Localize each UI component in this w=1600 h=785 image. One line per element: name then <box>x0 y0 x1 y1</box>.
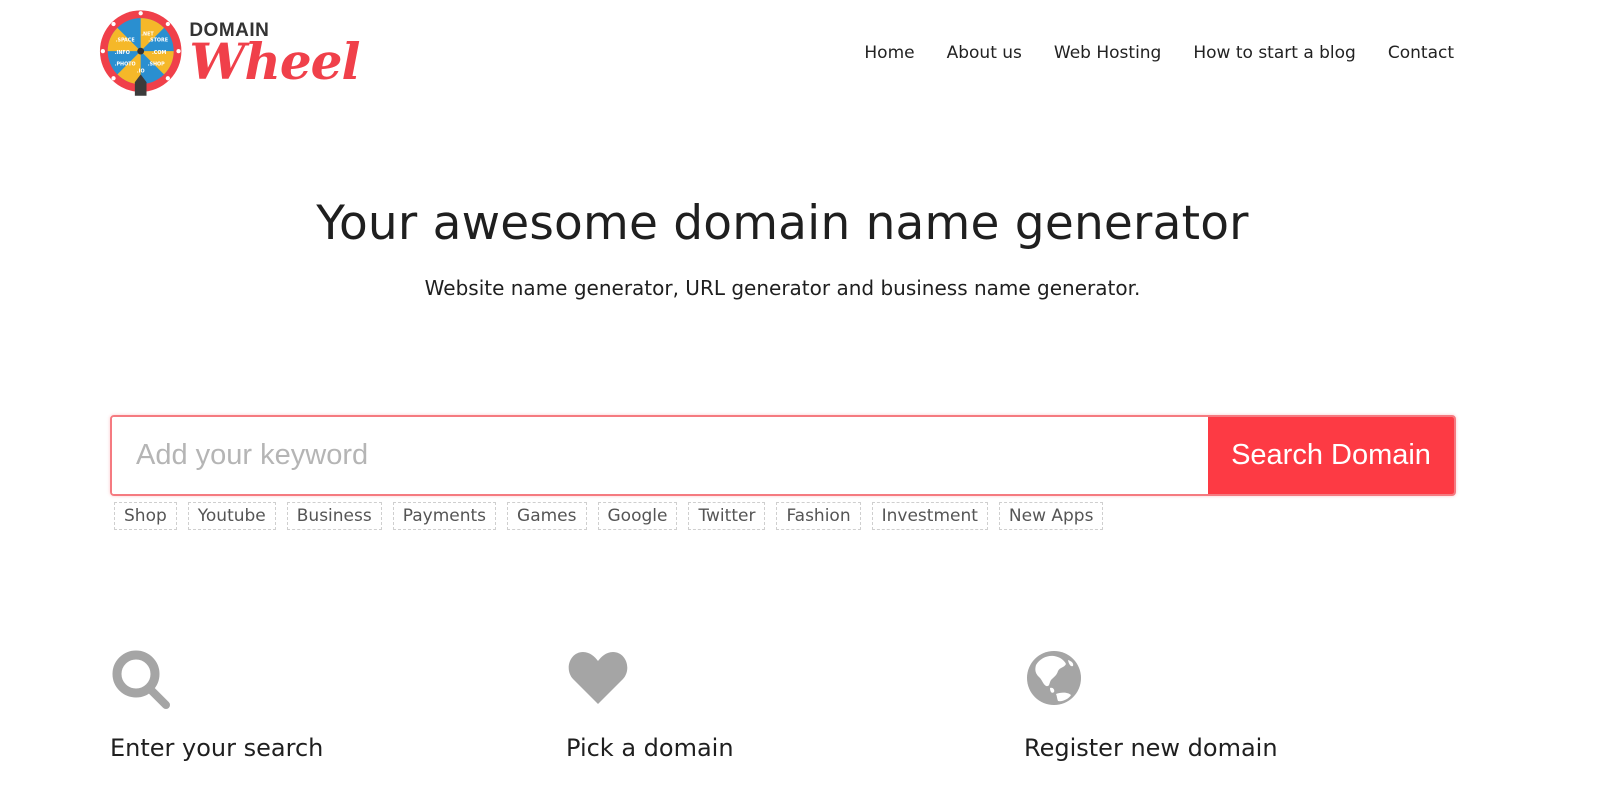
tag-new-apps[interactable]: New Apps <box>998 502 1104 530</box>
site-header: .NET .STORE .COM .SHOP .IO .PHOTO .INFO … <box>0 0 1600 110</box>
main-nav: Home About us Web Hosting How to start a… <box>832 43 1454 63</box>
tag-games[interactable]: Games <box>507 502 587 530</box>
wheel-logo-icon: .NET .STORE .COM .SHOP .IO .PHOTO .INFO … <box>99 10 182 96</box>
domain-search-form: Search Domain <box>110 415 1456 496</box>
wheel-label: .COM <box>152 50 167 56</box>
tag-google[interactable]: Google <box>597 502 678 530</box>
feature-label: Enter your search <box>110 734 324 762</box>
tag-fashion[interactable]: Fashion <box>776 502 861 530</box>
tag-shop[interactable]: Shop <box>114 502 177 530</box>
page-title: Your awesome domain name generator <box>316 196 1249 251</box>
wheel-label: .SPACE <box>116 37 135 43</box>
heart-icon <box>568 652 628 704</box>
wheel-label: .SHOP <box>148 62 166 68</box>
nav-how-to-start-a-blog[interactable]: How to start a blog <box>1193 43 1356 63</box>
tag-investment[interactable]: Investment <box>871 502 988 530</box>
nav-home[interactable]: Home <box>864 43 914 63</box>
logo-wordmark: DOMAIN Wheel <box>189 10 360 100</box>
keyword-input[interactable] <box>112 417 1208 494</box>
wheel-label: .STORE <box>148 37 168 43</box>
logo-wheel-text: Wheel <box>189 32 360 91</box>
wheel-label: .PHOTO <box>115 62 136 68</box>
keyword-suggestions: Shop Youtube Business Payments Games Goo… <box>114 502 1104 530</box>
wheel-label: .INFO <box>115 50 130 56</box>
tag-youtube[interactable]: Youtube <box>187 502 276 530</box>
nav-web-hosting[interactable]: Web Hosting <box>1054 43 1161 63</box>
feature-register-domain: Register new domain <box>1024 648 1278 762</box>
nav-contact[interactable]: Contact <box>1388 43 1454 63</box>
tag-payments[interactable]: Payments <box>392 502 497 530</box>
globe-icon <box>1027 651 1081 705</box>
tag-business[interactable]: Business <box>286 502 382 530</box>
feature-label: Pick a domain <box>566 734 734 762</box>
logo[interactable]: .NET .STORE .COM .SHOP .IO .PHOTO .INFO … <box>98 10 360 100</box>
feature-pick-domain: Pick a domain <box>566 648 734 762</box>
feature-enter-search: Enter your search <box>110 648 323 762</box>
search-domain-button[interactable]: Search Domain <box>1208 417 1454 494</box>
tag-twitter[interactable]: Twitter <box>688 502 766 530</box>
nav-about-us[interactable]: About us <box>947 43 1022 63</box>
feature-label: Register new domain <box>1024 734 1278 762</box>
search-icon <box>112 650 170 709</box>
page-subtitle: Website name generator, URL generator an… <box>424 276 1141 300</box>
wheel-label: .IO <box>137 68 145 74</box>
